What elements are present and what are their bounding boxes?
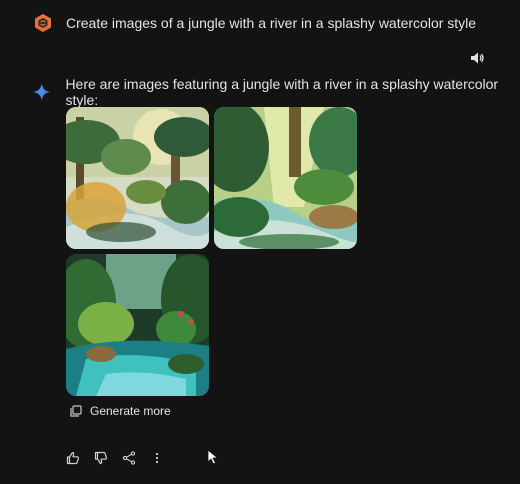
model-response-header: Here are images featuring a jungle with … <box>33 76 520 108</box>
share-icon[interactable] <box>122 451 136 465</box>
generate-more-button[interactable]: Generate more <box>70 404 171 418</box>
jungle-image-3[interactable] <box>66 254 209 396</box>
user-prompt: Create images of a jungle with a river i… <box>33 13 476 33</box>
generate-more-label: Generate more <box>90 404 171 418</box>
response-actions <box>66 451 178 465</box>
mouse-cursor-icon <box>207 449 219 465</box>
more-vert-icon[interactable] <box>150 451 164 465</box>
image-stack-icon <box>70 405 82 417</box>
speaker-icon[interactable] <box>470 51 484 65</box>
thumbs-up-icon[interactable] <box>66 451 80 465</box>
sparkle-icon <box>33 83 51 101</box>
user-prompt-text: Create images of a jungle with a river i… <box>66 15 477 31</box>
hexagon-logo-icon <box>35 14 51 32</box>
response-text: Here are images featuring a jungle with … <box>65 76 499 108</box>
thumbs-down-icon[interactable] <box>94 451 108 465</box>
jungle-image-1[interactable] <box>66 107 209 249</box>
jungle-image-2[interactable] <box>214 107 357 249</box>
